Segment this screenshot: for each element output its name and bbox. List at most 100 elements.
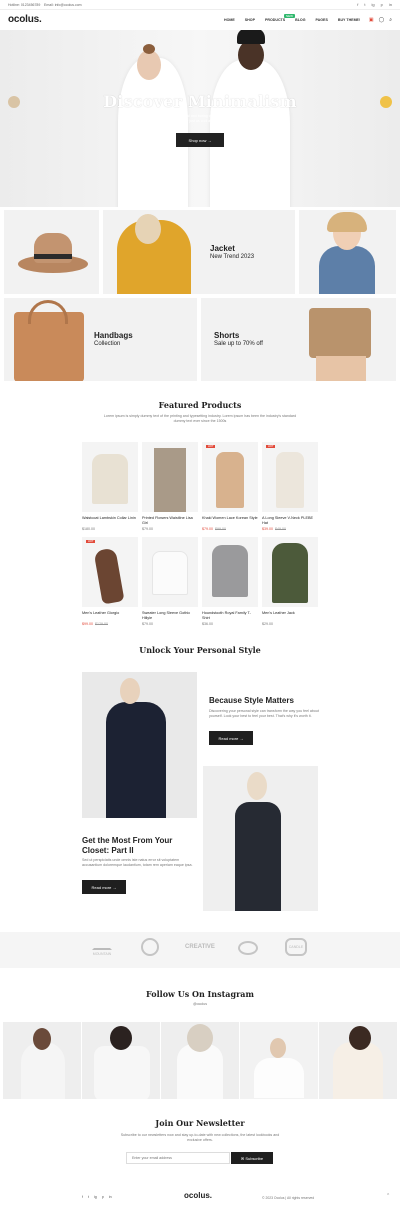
hero-man-beanie [237, 30, 265, 44]
style-image-dress[interactable] [203, 766, 318, 911]
instagram-icon[interactable]: ig [372, 2, 375, 7]
banner-hat[interactable] [4, 210, 99, 294]
jacket-model-head [135, 214, 161, 244]
twitter-icon[interactable]: t [88, 1195, 89, 1199]
instagram-photo[interactable] [161, 1022, 239, 1099]
product-image[interactable]: HOT [202, 442, 258, 512]
hero-man-head [238, 40, 264, 70]
featured-subtitle: Lorem ipsum is simply dummy text of the … [103, 414, 297, 423]
product-name[interactable]: A Long Sleeve V-Neck PLEBE Hat [262, 516, 318, 526]
new-badge: NEW [284, 14, 295, 18]
old-price: $49.00 [275, 527, 286, 531]
back-to-top-icon[interactable]: ⌃ [386, 1193, 390, 1199]
facebook-icon[interactable]: f [357, 2, 358, 7]
hero-woman-head [137, 50, 161, 80]
newsletter-email-input[interactable] [126, 1152, 230, 1164]
site-header: ocolus. HOME SHOP PRODUCTS BLOG PAGES BU… [0, 10, 400, 30]
product-image[interactable]: HOT [262, 442, 318, 512]
footer-social-links: f t ig p in [82, 1195, 112, 1199]
footer-logo[interactable]: ocolus. [184, 1191, 212, 1200]
brand-name: CANDLE [288, 945, 304, 949]
search-icon[interactable]: ⌕ [389, 17, 392, 23]
brand-logo-creative[interactable]: CREATIVE [184, 938, 216, 960]
price-value: $36.00 [202, 622, 213, 626]
brand-logo-mountain[interactable]: MOUNTAIN [88, 938, 116, 960]
facebook-icon[interactable]: f [82, 1195, 83, 1199]
nav-products[interactable]: PRODUCTS [265, 18, 285, 22]
site-logo[interactable]: ocolus. [8, 14, 42, 25]
product-card[interactable]: Sweater Long Sleeve Gothic Hillyle $79.0… [142, 537, 198, 626]
email-text: Email: info@ocolus.com [44, 3, 82, 7]
brand-logo-emblem[interactable] [234, 938, 262, 960]
product-name[interactable]: Men's Leather Jack [262, 611, 318, 621]
product-price: $79.00 [142, 527, 198, 531]
instagram-handle[interactable]: @ocolus [100, 1002, 300, 1007]
product-name[interactable]: Houndstooth Royal Family T-Shirt [202, 611, 258, 621]
subscribe-button[interactable]: ✉ Subscribe [231, 1152, 273, 1164]
block2-read-more[interactable]: Read more → [82, 880, 126, 894]
product-name[interactable]: Khaki Women Lace Korean Style [202, 516, 258, 526]
product-price: $99.00 $129.00 [82, 622, 138, 626]
product-name[interactable]: Sweater Long Sleeve Gothic Hillyle [142, 611, 198, 621]
style-title: Unlock Your Personal Style [139, 645, 261, 655]
product-image[interactable] [142, 442, 198, 512]
product-name[interactable]: Waistcoat Lambskin Collar Linin [82, 516, 138, 526]
product-image[interactable] [142, 537, 198, 607]
twitter-icon[interactable]: t [364, 2, 365, 7]
style-image-coat[interactable] [82, 672, 197, 818]
product-card[interactable]: Printed Flowers Waistline Lisa Girl $79.… [142, 442, 198, 531]
sale-price: $39.00 [262, 527, 273, 531]
instagram-photo[interactable] [82, 1022, 160, 1099]
product-card[interactable]: Houndstooth Royal Family T-Shirt $36.00 [202, 537, 258, 626]
nav-shop[interactable]: SHOP [245, 18, 255, 22]
kid-hair [327, 212, 367, 232]
product-card[interactable]: HOT Men's Leather Giorgio $99.00 $129.00 [82, 537, 138, 626]
top-social-links: f t ig p in [357, 2, 392, 7]
block1-read-more[interactable]: Read more → [209, 731, 253, 745]
dress-model-head [247, 772, 267, 800]
product-card[interactable]: HOT A Long Sleeve V-Neck PLEBE Hat $39.0… [262, 442, 318, 531]
product-image[interactable] [202, 537, 258, 607]
kid-model [319, 246, 375, 294]
header-icons: ▣ ◯ ⌕ [369, 17, 392, 23]
linkedin-icon[interactable]: in [389, 2, 392, 7]
product-image[interactable] [82, 442, 138, 512]
banner-jacket[interactable]: Jacket New Trend 2023 [103, 210, 295, 294]
banner-kid[interactable] [299, 210, 396, 294]
product-price: $180.00 [82, 527, 138, 531]
nav-buy-theme[interactable]: BUY THEME! [338, 18, 360, 22]
product-image[interactable] [262, 537, 318, 607]
cart-icon[interactable]: ▣ [369, 17, 374, 23]
instagram-photo[interactable] [3, 1022, 81, 1099]
instagram-photo[interactable] [240, 1022, 318, 1099]
linkedin-icon[interactable]: in [109, 1195, 112, 1199]
hot-badge: HOT [206, 445, 216, 448]
hero-subtitle: Sometimes the words minimal and boring c… [141, 114, 289, 123]
product-card[interactable]: Waistcoat Lambskin Collar Linin $180.00 [82, 442, 138, 531]
product-price: $36.00 [202, 622, 258, 626]
pinterest-icon[interactable]: p [102, 1195, 104, 1199]
block1-text: Discovering your personal style can tran… [209, 709, 319, 718]
brand-logo-candle[interactable]: CANDLE [282, 938, 310, 960]
shop-now-button[interactable]: Shop now → [176, 133, 224, 147]
nav-pages[interactable]: PAGES [316, 18, 328, 22]
nav-blog[interactable]: BLOG [295, 18, 305, 22]
brand-logo-circle[interactable] [136, 938, 164, 960]
brand-logos-strip: MOUNTAIN CREATIVE CANDLE [0, 932, 400, 968]
instagram-title: Follow Us On Instagram [146, 989, 254, 999]
product-name[interactable]: Printed Flowers Waistline Lisa Girl [142, 516, 198, 526]
instagram-icon[interactable]: ig [94, 1195, 97, 1199]
product-card[interactable]: Men's Leather Jack $29.00 [262, 537, 318, 626]
price-value: $79.00 [142, 622, 153, 626]
nav-home[interactable]: HOME [224, 18, 235, 22]
pinterest-icon[interactable]: p [381, 2, 383, 7]
dress-model-body [235, 802, 281, 911]
product-image[interactable]: HOT [82, 537, 138, 607]
banner-shorts[interactable]: Shorts Sale up to 70% off [201, 298, 396, 381]
banner-handbags[interactable]: Handbags Collection [4, 298, 197, 381]
user-icon[interactable]: ◯ [379, 17, 385, 23]
instagram-photo[interactable] [319, 1022, 397, 1099]
handbags-subtitle: Collection [94, 341, 121, 347]
product-card[interactable]: HOT Khaki Women Lace Korean Style $79.00… [202, 442, 258, 531]
product-name[interactable]: Men's Leather Giorgio [82, 611, 138, 621]
